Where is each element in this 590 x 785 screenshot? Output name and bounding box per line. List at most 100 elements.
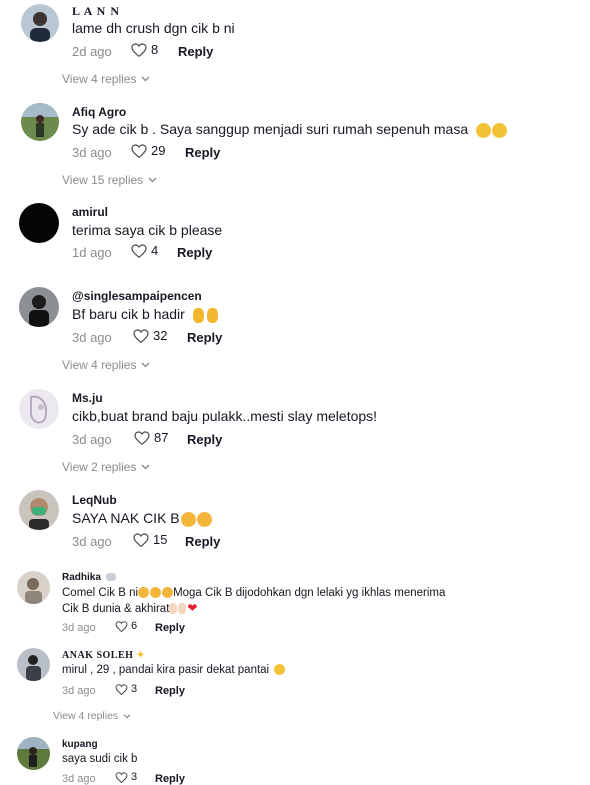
comment-time: 3d ago <box>72 534 112 549</box>
like-button[interactable]: 32 <box>133 328 167 343</box>
comment-time: 2d ago <box>72 44 112 59</box>
heart-outline-icon <box>115 771 128 783</box>
reply-button[interactable]: Reply <box>177 245 212 260</box>
avatar[interactable] <box>19 490 59 530</box>
ok-hand-emoji-icon <box>192 307 204 323</box>
heart-outline-icon <box>131 42 147 57</box>
reply-button[interactable]: Reply <box>185 534 220 549</box>
comment-time: 3d ago <box>72 432 112 447</box>
chevron-down-icon <box>141 362 150 368</box>
view-replies-label: View 2 replies <box>62 460 137 474</box>
chevron-down-icon <box>141 76 150 82</box>
like-button[interactable]: 8 <box>131 42 158 57</box>
avatar[interactable] <box>21 4 59 42</box>
heart-outline-icon <box>115 683 128 695</box>
view-replies-label: View 4 replies <box>62 72 137 86</box>
like-button[interactable]: 3 <box>115 683 137 695</box>
hearts-face-emoji-icon <box>196 511 212 527</box>
comment-text-body: mirul , 29 , pandai kira pasir dekat pan… <box>62 664 270 676</box>
heart-outline-icon <box>131 143 147 158</box>
reply-button[interactable]: Reply <box>187 432 222 447</box>
comment-username[interactable]: ANAK SOLEH ✦ <box>62 650 145 661</box>
comment-time: 3d ago <box>62 773 96 785</box>
like-count: 4 <box>151 243 159 258</box>
avatar[interactable] <box>17 737 50 770</box>
avatar[interactable] <box>21 103 59 141</box>
like-count: 3 <box>131 683 138 695</box>
like-button[interactable]: 6 <box>115 620 137 632</box>
comment-username[interactable]: L A N N <box>72 4 120 19</box>
like-count: 29 <box>151 143 166 158</box>
like-button[interactable]: 3 <box>115 771 137 783</box>
view-replies-label: View 4 replies <box>53 710 119 722</box>
comment-text-body: Sy ade cik b . Saya sanggup menjadi suri… <box>72 121 469 137</box>
heart-outline-icon <box>115 620 128 632</box>
comment-username-text: ANAK SOLEH <box>62 650 134 661</box>
comment-time: 3d ago <box>62 685 96 697</box>
comment-username[interactable]: @singlesampaipencen <box>72 289 202 303</box>
reply-button[interactable]: Reply <box>187 330 222 345</box>
comment-username[interactable]: Ms.ju <box>72 391 103 405</box>
heart-outline-icon <box>133 532 149 547</box>
sparkles-emoji-icon: ✦ <box>136 650 146 661</box>
comment-text: mirul , 29 , pandai kira pasir dekat pan… <box>62 664 286 676</box>
comment-text: cikb,buat brand baju pulakk..mesti slay … <box>72 408 378 424</box>
comment-text: Bf baru cik b hadir <box>72 306 218 323</box>
chevron-down-icon <box>123 713 131 719</box>
reply-button[interactable]: Reply <box>185 145 220 160</box>
comment-username[interactable]: amirul <box>72 205 108 219</box>
comment-time: 3d ago <box>72 145 112 160</box>
like-button[interactable]: 15 <box>133 532 167 547</box>
comment-text: Sy ade cik b . Saya sanggup menjadi suri… <box>72 121 508 138</box>
avatar[interactable] <box>19 287 59 327</box>
view-replies-button[interactable]: View 4 replies <box>62 358 150 372</box>
reply-button[interactable]: Reply <box>155 685 185 697</box>
heart-outline-icon <box>131 243 147 258</box>
comment-text: SAYA NAK CIK B <box>72 510 212 527</box>
heart-outline-icon <box>134 430 150 445</box>
heart-outline-icon <box>133 328 149 343</box>
avatar[interactable] <box>17 571 50 604</box>
comment-text-body: Bf baru cik b hadir <box>72 306 185 322</box>
chevron-down-icon <box>148 177 157 183</box>
avatar[interactable] <box>19 203 59 243</box>
rofl-emoji-icon <box>476 122 492 138</box>
like-count: 32 <box>153 328 168 343</box>
comment-time: 3d ago <box>62 622 96 634</box>
comment-username[interactable]: Radhika <box>62 572 116 583</box>
view-replies-button[interactable]: View 2 replies <box>62 460 150 474</box>
view-replies-button[interactable]: View 4 replies <box>53 710 131 722</box>
comment-username[interactable]: kupang <box>62 739 98 750</box>
like-count: 15 <box>153 532 168 547</box>
view-replies-label: View 15 replies <box>62 173 144 187</box>
comment-text: lame dh crush dgn cik b ni <box>72 20 235 36</box>
avatar[interactable] <box>17 648 50 681</box>
like-count: 87 <box>154 430 169 445</box>
ok-hand-emoji-icon <box>206 307 218 323</box>
reply-button[interactable]: Reply <box>178 44 213 59</box>
view-replies-button[interactable]: View 4 replies <box>62 72 150 86</box>
kiss-emoji-icon <box>150 587 162 599</box>
comment-text-line: Comel Cik B ni Moga Cik B dijodohkan dgn … <box>62 587 446 599</box>
hearts-face-emoji-icon <box>180 511 196 527</box>
like-button[interactable]: 87 <box>134 430 168 445</box>
view-replies-button[interactable]: View 15 replies <box>62 173 157 187</box>
comment-text: Comel Cik B ni Moga Cik B dijodohkan dgn … <box>62 586 445 617</box>
like-button[interactable]: 4 <box>131 243 158 258</box>
dove-emoji-icon <box>105 573 116 582</box>
comment-text: saya sudi cik b <box>62 753 138 765</box>
reply-button[interactable]: Reply <box>155 622 185 634</box>
comment-username-text: Radhika <box>62 572 101 583</box>
chevron-down-icon <box>141 464 150 470</box>
like-button[interactable]: 29 <box>131 143 165 158</box>
comment-time: 3d ago <box>72 330 112 345</box>
avatar[interactable] <box>19 389 59 429</box>
like-count: 3 <box>131 771 138 783</box>
comment-text: terima saya cik b please <box>72 222 223 238</box>
hearts-face-emoji-icon <box>162 587 174 599</box>
comment-username[interactable]: LeqNub <box>72 493 117 507</box>
rofl-emoji-icon <box>492 122 508 138</box>
like-count: 6 <box>131 620 138 632</box>
reply-button[interactable]: Reply <box>155 773 185 785</box>
comment-username[interactable]: Afiq Agro <box>72 105 126 119</box>
